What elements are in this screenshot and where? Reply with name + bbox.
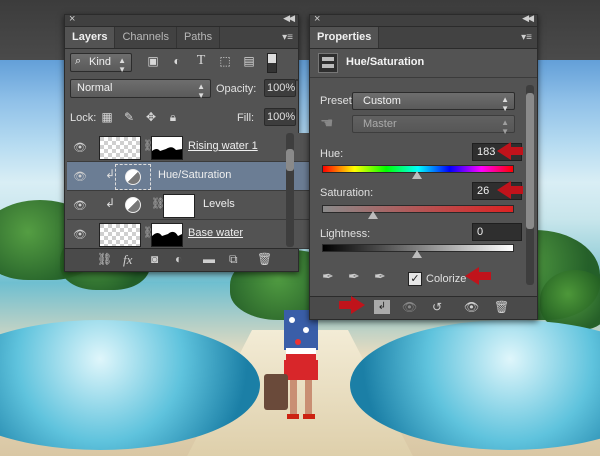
arrow-colorize — [465, 267, 491, 285]
arrow-hue — [497, 142, 523, 160]
arrow-saturation — [497, 181, 523, 199]
annotation-arrows — [339, 142, 523, 314]
arrow-clip — [339, 296, 365, 314]
